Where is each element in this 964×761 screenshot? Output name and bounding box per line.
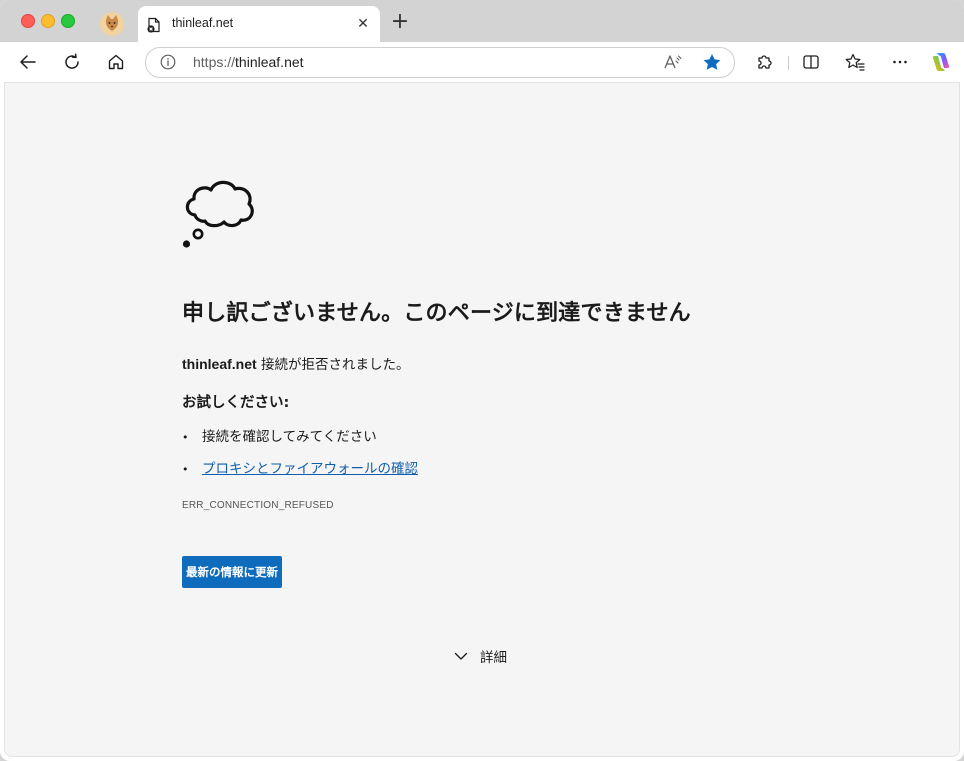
suggestion-check-connection: 接続を確認してみてください <box>202 429 377 445</box>
proxy-firewall-link[interactable]: プロキシとファイアウォールの確認 <box>202 461 418 477</box>
thought-cloud-icon <box>182 180 254 248</box>
close-window-button[interactable] <box>21 14 35 28</box>
error-code: ERR_CONNECTION_REFUSED <box>182 500 334 511</box>
favorites-icon <box>845 53 865 71</box>
error-message: thinleaf.net 接続が拒否されました。 <box>182 353 409 373</box>
tab-active[interactable]: thinleaf.net ✕ <box>138 6 380 42</box>
extensions-button[interactable] <box>752 50 776 74</box>
refresh-icon <box>65 53 79 69</box>
url-host: thinleaf.net <box>235 54 304 70</box>
home-button[interactable] <box>104 50 128 74</box>
toolbar-divider <box>788 56 789 70</box>
bullet-glyph: • <box>182 463 189 476</box>
list-item: • プロキシとファイアウォールの確認 <box>182 457 418 477</box>
star-filled-icon[interactable] <box>702 53 722 71</box>
more-icon <box>893 60 907 64</box>
cat-avatar-icon <box>100 12 124 36</box>
details-label: 詳細 <box>480 650 507 666</box>
error-page-favicon-icon <box>146 17 162 33</box>
home-icon <box>108 54 124 70</box>
back-arrow-icon <box>20 55 36 69</box>
list-item: • 接続を確認してみてください <box>182 425 377 445</box>
tab-strip: thinleaf.net ✕ + <box>0 0 964 42</box>
new-tab-button[interactable]: + <box>390 11 410 33</box>
copilot-icon <box>932 53 950 71</box>
more-button[interactable] <box>888 50 912 74</box>
copilot-button[interactable] <box>929 50 953 74</box>
split-screen-icon <box>803 55 819 69</box>
details-toggle[interactable]: 詳細 <box>454 646 507 666</box>
minimize-window-button[interactable] <box>41 14 55 28</box>
favorites-button[interactable] <box>843 50 867 74</box>
profile-avatar[interactable] <box>100 12 124 36</box>
puzzle-icon <box>758 55 772 69</box>
toolbar: https://thinleaf.net <box>0 42 964 82</box>
chevron-down-icon <box>454 652 468 660</box>
maximize-window-button[interactable] <box>61 14 75 28</box>
back-button[interactable] <box>16 50 40 74</box>
error-reason: 接続が拒否されました。 <box>260 357 410 373</box>
tab-close-icon[interactable]: ✕ <box>354 15 372 33</box>
bullet-glyph: • <box>182 431 189 444</box>
refresh-page-button[interactable]: 最新の情報に更新 <box>182 556 282 588</box>
error-heading: 申し訳ございません。このページに到達できません <box>182 301 691 326</box>
try-heading: お試しください: <box>182 395 290 411</box>
url-text: https://thinleaf.net <box>193 54 304 70</box>
refresh-button[interactable] <box>60 50 84 74</box>
error-host: thinleaf.net <box>182 356 257 372</box>
read-aloud-icon[interactable] <box>663 53 683 71</box>
address-bar[interactable]: https://thinleaf.net <box>145 47 735 78</box>
url-protocol: https:// <box>193 54 236 70</box>
tab-title: thinleaf.net <box>172 16 234 30</box>
info-icon[interactable] <box>160 54 176 70</box>
browser-window: thinleaf.net ✕ + https://thinleaf.net 申し… <box>0 0 964 761</box>
split-screen-button[interactable] <box>799 50 823 74</box>
